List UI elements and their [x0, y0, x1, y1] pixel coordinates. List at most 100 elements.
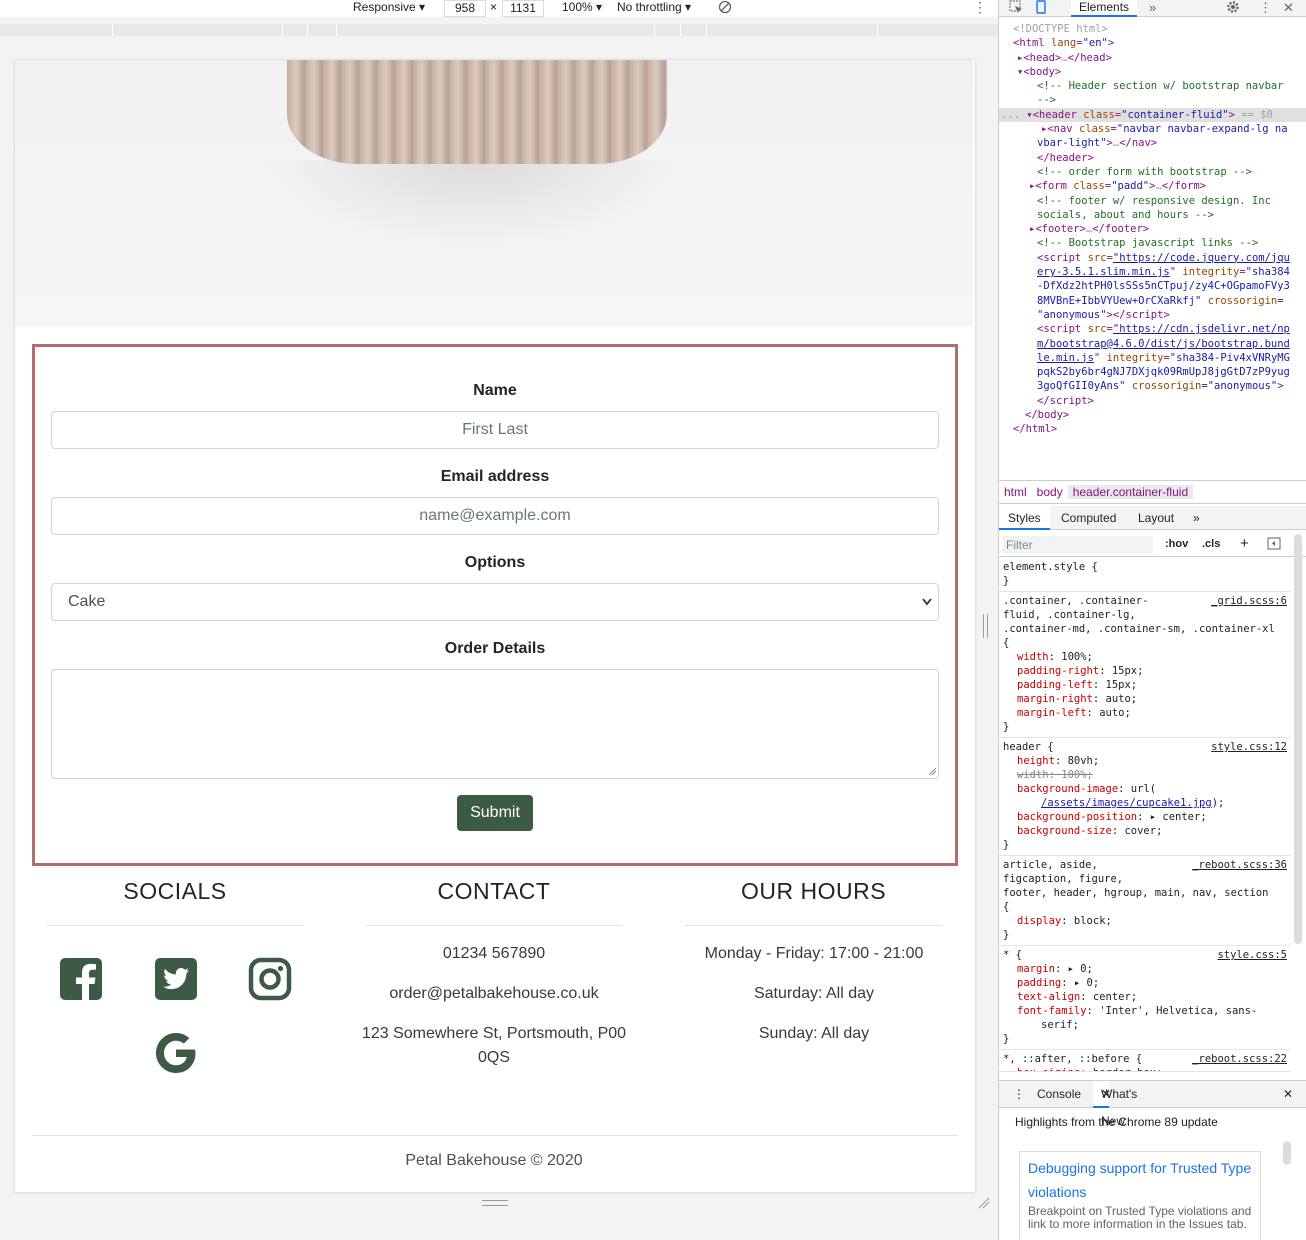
google-icon[interactable] [152, 1029, 200, 1077]
tab-layout[interactable]: Layout [1138, 506, 1174, 530]
css-rule: _reboot.scss:36 article, aside, figcaptio… [999, 856, 1291, 946]
height-resize-handle[interactable] [482, 1200, 508, 1206]
email-label: Email address [440, 468, 550, 485]
close-tab-icon[interactable]: ✕ [1101, 1081, 1111, 1108]
order-details-textarea[interactable] [51, 669, 939, 779]
viewport-height-input[interactable]: 1131 [502, 0, 544, 17]
rule-source-link[interactable]: _reboot.scss:22 [1192, 1052, 1287, 1066]
order-form: Name First Last Email address name@examp… [32, 344, 958, 866]
socials-heading: SOCIALS [123, 878, 227, 904]
devtools-tabbar: Elements » ⋮ ✕ [999, 0, 1306, 17]
device-mode-dropdown[interactable]: Responsive ▾ [353, 0, 425, 17]
more-options-icon[interactable]: ⋮ [973, 0, 987, 14]
breadcrumb-header[interactable]: header.container-fluid [1067, 485, 1194, 499]
whats-new-card[interactable]: Debugging support for Trusted Type viola… [1019, 1151, 1261, 1240]
drawer-scrollbar[interactable] [1283, 1141, 1291, 1165]
hours-weekday: Monday - Friday: 17:00 - 21:00 [704, 945, 924, 962]
email-input[interactable]: name@example.com [51, 497, 939, 535]
customize-menu-icon[interactable]: ⋮ [1259, 0, 1272, 15]
sidebar-toggle-icon[interactable] [1267, 537, 1281, 553]
twitter-icon[interactable] [154, 957, 198, 1001]
gear-icon[interactable] [1226, 0, 1240, 17]
tab-styles[interactable]: Styles [999, 506, 1050, 530]
drawer-menu-icon[interactable]: ⋮ [1013, 1081, 1025, 1108]
breadcrumb-html[interactable]: html [999, 485, 1032, 499]
device-toolbar: Responsive ▾ 958 × 1131 100% ▾ No thrott… [0, 0, 998, 17]
footer-divider [32, 1135, 958, 1136]
corner-resize-icon[interactable] [978, 1196, 990, 1209]
tab-elements[interactable]: Elements [1071, 0, 1138, 17]
more-tabs-icon[interactable]: » [1149, 0, 1156, 15]
contact-phone[interactable]: 01234 567890 [350, 942, 638, 966]
tab-whats-new[interactable]: What's New ✕ [1093, 1081, 1137, 1128]
options-label: Options [464, 554, 526, 571]
tab-computed[interactable]: Computed [1061, 506, 1116, 530]
device-toggle-icon[interactable] [1034, 0, 1048, 17]
inspect-element-icon[interactable] [1009, 0, 1023, 17]
chevron-down-icon [922, 584, 932, 634]
breadcrumb-body[interactable]: body [1032, 485, 1068, 499]
css-rule: style.css:12 header { height: 80vh; widt… [999, 738, 1291, 856]
styles-filter-input[interactable]: Filter [1003, 536, 1153, 554]
cupcake-reflection [263, 160, 683, 250]
dom-tree: <!DOCTYPE html> <html lang="en"> ▸<head>… [999, 22, 1306, 437]
facebook-icon[interactable] [59, 957, 103, 1001]
drawer-panel: ⋮ Console What's New ✕ ✕ Highlights from… [999, 1080, 1306, 1240]
rule-source-link[interactable]: _reboot.scss:36 [1192, 858, 1287, 872]
cls-toggle[interactable]: .cls [1202, 538, 1220, 550]
contact-address-line1: 123 Somewhere St, Portsmouth, P00 [361, 1025, 627, 1042]
contact-email[interactable]: order@petalbakehouse.co.uk [350, 982, 638, 1006]
rule-source-link[interactable]: style.css:12 [1211, 740, 1287, 754]
divider [366, 925, 622, 926]
tab-console[interactable]: Console [1037, 1081, 1081, 1108]
styles-filter-bar: Filter :hov .cls + [999, 533, 1306, 557]
css-rules-list: element.style {} _grid.scss:6 .container… [999, 558, 1291, 1072]
socials-column: SOCIALS [47, 875, 303, 926]
options-selected-value: Cake [68, 593, 106, 610]
breadcrumb: html body header.container-fluid [999, 480, 1306, 504]
contact-address-line2: 0QS [477, 1049, 510, 1066]
devtools-panel: Elements » ⋮ ✕ <!DOCTYPE html> <html lan… [998, 0, 1306, 1240]
options-select[interactable]: Cake [51, 583, 939, 621]
hours-column: OUR HOURS [685, 875, 942, 926]
close-icon[interactable]: ✕ [1283, 0, 1294, 15]
copyright: Petal Bakehouse © 2020 [405, 1152, 583, 1169]
close-drawer-icon[interactable]: ✕ [1283, 1081, 1293, 1108]
throttling-dropdown[interactable]: No throttling ▾ [617, 0, 691, 17]
hov-toggle[interactable]: :hov [1165, 538, 1188, 550]
divider [47, 925, 303, 926]
css-rule: style.css:5 * { margin: ▸ 0; padding: ▸ … [999, 946, 1291, 1050]
submit-button[interactable]: Submit [457, 795, 533, 831]
emulated-viewport: Name First Last Email address name@examp… [15, 60, 975, 1192]
new-rule-icon[interactable]: + [1240, 535, 1249, 552]
rule-source-link[interactable]: _grid.scss:6 [1211, 594, 1287, 608]
rotate-icon[interactable] [718, 0, 732, 17]
media-query-ruler [0, 24, 998, 36]
hours-saturday: Saturday: All day [753, 985, 875, 1002]
order-details-label: Order Details [444, 640, 546, 657]
resize-grip-icon[interactable] [928, 767, 937, 777]
divider [685, 925, 942, 926]
contact-heading: CONTACT [437, 878, 551, 904]
css-rule: element.style {} [999, 558, 1291, 592]
card-title[interactable]: Debugging support for Trusted Type viola… [1028, 1156, 1252, 1204]
instagram-icon[interactable] [248, 957, 292, 1001]
more-tabs-icon[interactable]: » [1193, 506, 1200, 530]
css-rule: _reboot.scss:22 *, ::after, ::before { b… [999, 1050, 1291, 1072]
hours-heading: OUR HOURS [740, 878, 887, 904]
hero-image [15, 60, 973, 327]
card-body: Breakpoint on Trusted Type violations an… [1028, 1204, 1252, 1231]
styles-tabbar: Styles Computed Layout » [999, 506, 1306, 530]
name-label: Name [473, 382, 517, 399]
css-rule: _grid.scss:6 .container, .container-flui… [999, 592, 1291, 738]
dimension-separator: × [490, 0, 498, 14]
viewport-width-input[interactable]: 958 [444, 0, 486, 17]
hours-sunday: Sunday: All day [758, 1025, 870, 1042]
width-resize-handle[interactable] [983, 614, 988, 638]
zoom-dropdown[interactable]: 100% ▾ [562, 0, 602, 17]
whats-new-headline: Highlights from the Chrome 89 update [1015, 1115, 1218, 1129]
rule-source-link[interactable]: style.css:5 [1217, 948, 1287, 962]
drawer-tabbar: ⋮ Console What's New ✕ ✕ [999, 1081, 1306, 1128]
styles-scrollbar[interactable] [1294, 534, 1302, 944]
name-input[interactable]: First Last [51, 411, 939, 449]
